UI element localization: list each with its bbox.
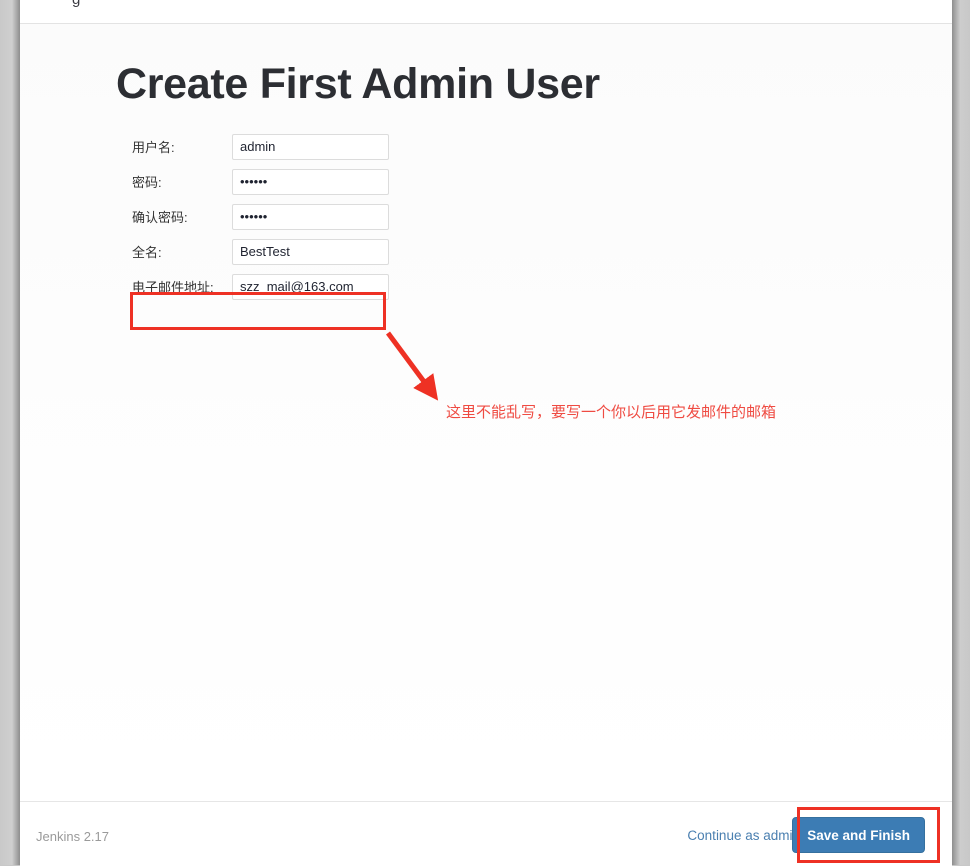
annotation-arrow-icon [385, 331, 439, 401]
username-input[interactable] [232, 133, 389, 160]
form-row-full-name: 全名: [110, 234, 389, 269]
page-title: Create First Admin User [116, 60, 600, 108]
form-row-password: 密码: [110, 164, 389, 199]
label-password: 密码: [132, 175, 162, 190]
continue-as-admin-link[interactable]: Continue as admin [687, 828, 800, 843]
admin-user-form: 用户名: 密码: 确认密码: [110, 129, 389, 304]
password-input[interactable] [232, 168, 389, 195]
window-left-gutter [0, 0, 20, 865]
setup-wizard-body: Create First Admin User 用户名: 密码: [20, 24, 952, 800]
window-right-gutter [952, 0, 970, 865]
form-row-email: 电子邮件地址: [110, 269, 389, 304]
label-full-name: 全名: [132, 245, 162, 260]
label-email-address: 电子邮件地址: [132, 280, 214, 295]
clipped-header-text: g [72, 0, 81, 8]
jenkins-version-label: Jenkins 2.17 [36, 829, 109, 844]
form-row-confirm-password: 确认密码: [110, 199, 389, 234]
confirm-password-input[interactable] [232, 203, 389, 230]
wizard-footer: Jenkins 2.17 Continue as admin Save and … [20, 801, 952, 866]
email-annotation-text: 这里不能乱写，要写一个你以后用它发邮件的邮箱 [446, 403, 777, 421]
label-username: 用户名: [132, 140, 175, 155]
form-row-username: 用户名: [110, 129, 389, 164]
save-and-finish-button[interactable]: Save and Finish [792, 817, 925, 853]
full-name-input[interactable] [232, 238, 389, 265]
top-header-strip: g [20, 0, 952, 24]
email-address-input[interactable] [232, 273, 389, 300]
page-surface: g Create First Admin User 用户名: 密码: [20, 0, 952, 866]
label-confirm-password: 确认密码: [132, 210, 188, 225]
